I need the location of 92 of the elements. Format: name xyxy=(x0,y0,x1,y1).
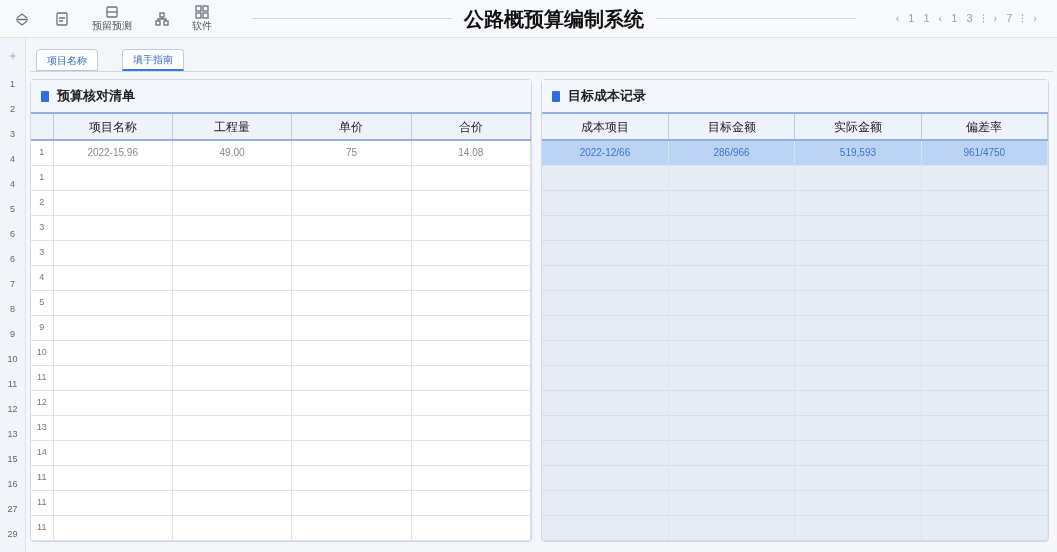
toolbar-button[interactable]: 软件 xyxy=(192,4,212,33)
row-number: 27 xyxy=(7,503,18,516)
row-number: 8 xyxy=(10,303,15,316)
column-header: 单价 xyxy=(291,113,412,140)
table-cell: 519,593 xyxy=(794,140,922,165)
pager-item[interactable]: 1 xyxy=(908,10,915,27)
row-index: 1 xyxy=(31,165,53,190)
column-header: 偏差率 xyxy=(921,113,1048,140)
pager-item[interactable]: ⁝ xyxy=(981,10,985,27)
table-cell: 49.00 xyxy=(172,140,292,165)
row-number: 1 xyxy=(10,78,15,91)
pager-item[interactable]: 1 xyxy=(951,10,958,27)
panel-title: 目标成本记录 xyxy=(568,87,646,106)
pager-item[interactable]: 1 xyxy=(923,10,930,27)
tab[interactable]: 项目名称 xyxy=(36,49,98,71)
row-index: 13 xyxy=(31,415,53,440)
grid-icon xyxy=(194,4,210,21)
table-row[interactable] xyxy=(542,465,1048,490)
table-row[interactable] xyxy=(542,415,1048,440)
row-number: 4 xyxy=(10,178,15,191)
row-index: 2 xyxy=(31,190,53,215)
column-header: 目标金额 xyxy=(668,113,795,140)
row-number: 3 xyxy=(10,128,15,141)
row-number: 12 xyxy=(7,403,18,416)
row-number: 11 xyxy=(7,378,18,391)
panel-title: 预算核对清单 xyxy=(57,87,135,106)
row-index: 12 xyxy=(31,390,53,415)
panel-icon xyxy=(104,4,120,21)
pager-item[interactable]: › xyxy=(993,10,998,27)
row-index: 9 xyxy=(31,315,53,340)
table-cell: 14.08 xyxy=(411,140,531,165)
pager-item[interactable]: ⁝ xyxy=(1021,10,1025,27)
row-index: 14 xyxy=(31,440,53,465)
table-cell: 286/966 xyxy=(668,140,795,165)
toolbar-button[interactable]: 预留预测 xyxy=(92,4,132,33)
table-row[interactable] xyxy=(542,315,1048,340)
star-icon xyxy=(8,52,17,60)
column-header: 合价 xyxy=(411,113,531,140)
table-row[interactable] xyxy=(542,240,1048,265)
network-icon xyxy=(154,10,170,27)
table-row[interactable] xyxy=(542,390,1048,415)
column-header: 实际金额 xyxy=(794,113,922,140)
row-index: 3 xyxy=(31,240,53,265)
table-cell: 2022-15.96 xyxy=(53,140,173,165)
row-index: 1 xyxy=(31,140,53,165)
row-number: 13 xyxy=(7,428,18,441)
row-index: 11 xyxy=(31,365,53,390)
table-row[interactable] xyxy=(542,440,1048,465)
row-number: 29 xyxy=(7,528,18,541)
pager-item[interactable]: ‹ xyxy=(895,10,900,27)
row-index: 11 xyxy=(31,490,53,515)
row-number: 15 xyxy=(7,453,18,466)
table-row[interactable] xyxy=(542,290,1048,315)
row-index: 5 xyxy=(31,290,53,315)
table-row[interactable]: 2022-12/66 286/966 519,593 961/4750 xyxy=(542,140,1048,165)
table-row[interactable] xyxy=(542,340,1048,365)
row-number: 10 xyxy=(7,353,18,366)
pager-item[interactable]: › xyxy=(1033,10,1037,27)
row-number: 16 xyxy=(7,478,18,491)
row-index: 3 xyxy=(31,215,53,240)
column-header: 工程量 xyxy=(172,113,292,140)
row-number: 5 xyxy=(10,203,15,216)
info-icon xyxy=(41,90,49,102)
table-row[interactable] xyxy=(542,165,1048,190)
row-number: 9 xyxy=(10,328,15,341)
row-number: 6 xyxy=(10,253,15,266)
column-header: 项目名称 xyxy=(53,113,173,140)
tab[interactable]: 填手指南 xyxy=(122,49,184,71)
row-index: 4 xyxy=(31,265,53,290)
info-icon xyxy=(552,90,560,102)
table-row[interactable] xyxy=(542,365,1048,390)
table-row[interactable] xyxy=(542,190,1048,215)
row-index: 11 xyxy=(31,515,53,540)
table-row[interactable] xyxy=(542,215,1048,240)
table-cell: 2022-12/66 xyxy=(542,140,669,165)
table-row[interactable] xyxy=(542,490,1048,515)
row-number: 7 xyxy=(10,278,15,291)
table-row[interactable] xyxy=(542,265,1048,290)
row-index: 11 xyxy=(31,465,53,490)
pager-item[interactable]: 3 xyxy=(966,10,973,27)
table-cell: 961/4750 xyxy=(921,140,1048,165)
pager-item[interactable]: ‹ xyxy=(938,10,943,27)
row-number: 2 xyxy=(10,103,15,116)
pager-item[interactable]: 7 xyxy=(1006,10,1013,27)
row-number: 4 xyxy=(10,153,15,166)
column-header: 成本项目 xyxy=(542,113,669,140)
row-index: 10 xyxy=(31,340,53,365)
row-number: 6 xyxy=(10,228,15,241)
document-icon xyxy=(54,10,70,27)
table-row[interactable] xyxy=(542,515,1048,540)
table-cell: 75 xyxy=(291,140,412,165)
window-title: 公路概预算编制系统 xyxy=(463,6,644,32)
